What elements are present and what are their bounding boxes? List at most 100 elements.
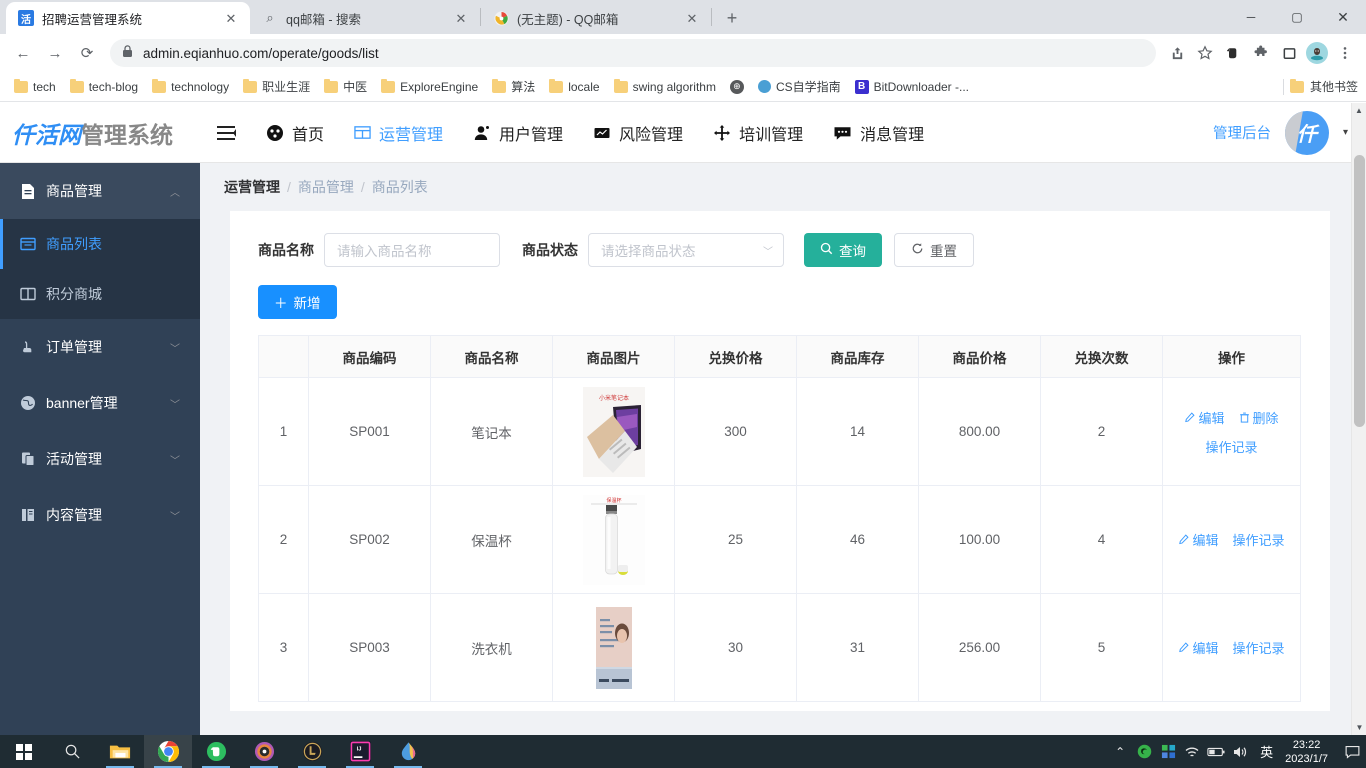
edit-link[interactable]: 编辑 — [1178, 530, 1219, 549]
operation-log-link[interactable]: 操作记录 — [1233, 638, 1285, 657]
taskbar-file-explorer[interactable] — [96, 735, 144, 768]
maximize-button[interactable]: ▢ — [1274, 0, 1320, 34]
sidebar-group-activity[interactable]: 活动管理 ﹀ — [0, 431, 200, 487]
bookmark-star-icon[interactable] — [1192, 40, 1218, 66]
bookmark-item[interactable]: 中医 — [318, 75, 373, 98]
chevron-up-icon[interactable]: ⌃ — [1108, 735, 1132, 768]
language-indicator[interactable]: 英 — [1252, 742, 1281, 761]
tab-close-icon[interactable]: ✕ — [452, 9, 470, 27]
cell-name: 洗衣机 — [430, 593, 553, 702]
apps-icon[interactable] — [1156, 735, 1180, 768]
admin-backend-link[interactable]: 管理后台 — [1213, 122, 1271, 143]
nav-item-training[interactable]: 培训管理 — [713, 121, 803, 145]
nav-item-home[interactable]: 首页 — [266, 121, 324, 145]
browser-tab-0[interactable]: 活 招聘运营管理系统 ✕ — [6, 2, 250, 34]
goods-status-select[interactable]: 请选择商品状态 ﹀ — [588, 233, 784, 267]
user-avatar[interactable]: 仟 — [1284, 110, 1329, 155]
minimize-button[interactable]: ─ — [1228, 0, 1274, 34]
bookmark-item[interactable]: tech — [8, 77, 62, 97]
bookmark-item[interactable]: CS自学指南 — [752, 75, 847, 98]
taskbar-purple-app[interactable] — [240, 735, 288, 768]
divider — [1282, 78, 1284, 95]
nav-item-message[interactable]: 消息管理 — [833, 121, 924, 145]
taskbar-chrome[interactable] — [144, 735, 192, 768]
sidebar-group-label: 内容管理 — [46, 507, 102, 523]
nav-label: 培训管理 — [739, 126, 804, 144]
scroll-up-icon[interactable]: ▲ — [1352, 103, 1366, 118]
nav-item-user[interactable]: 用户管理 — [473, 121, 563, 145]
sidebar-item-points-mall[interactable]: 积分商城 — [0, 269, 200, 319]
scroll-down-icon[interactable]: ▼ — [1352, 720, 1366, 735]
sidepanel-icon[interactable] — [1276, 40, 1302, 66]
toolbar-right — [1164, 40, 1358, 66]
app-logo[interactable]: 仟活网 管理系统 — [0, 103, 200, 163]
bookmark-item[interactable]: B BitDownloader -... — [849, 77, 975, 97]
notification-icon[interactable] — [1338, 735, 1366, 768]
start-button[interactable] — [0, 735, 48, 768]
taskbar-intellij[interactable]: IJ — [336, 735, 384, 768]
list-icon — [20, 237, 46, 251]
chrome-menu-icon[interactable] — [1332, 40, 1358, 66]
reset-button[interactable]: 重置 — [894, 233, 974, 267]
browser-tab-2[interactable]: (无主题) - QQ邮箱 ✕ — [481, 2, 711, 34]
taskbar-evernote[interactable] — [192, 735, 240, 768]
bookmark-item[interactable]: tech-blog — [64, 77, 144, 97]
new-tab-button[interactable]: + — [718, 4, 746, 32]
bookmark-item[interactable]: ExploreEngine — [375, 77, 484, 97]
edit-link[interactable]: 编辑 — [1178, 638, 1219, 657]
search-button[interactable]: 查询 — [804, 233, 882, 267]
tab-close-icon[interactable]: ✕ — [222, 9, 240, 27]
nvidia-icon[interactable] — [1132, 735, 1156, 768]
share-icon[interactable] — [1164, 40, 1190, 66]
sidebar-group-banner[interactable]: banner管理 ﹀ — [0, 375, 200, 431]
bookmark-label: swing algorithm — [632, 79, 716, 94]
operation-log-link[interactable]: 操作记录 — [1205, 437, 1257, 456]
profile-avatar[interactable] — [1304, 40, 1330, 66]
bookmark-item[interactable]: locale — [543, 77, 605, 97]
operation-log-link[interactable]: 操作记录 — [1233, 530, 1285, 549]
bookmark-item[interactable]: technology — [146, 77, 235, 97]
wifi-icon[interactable] — [1180, 735, 1204, 768]
main-content: 运营管理 / 商品管理 / 商品列表 商品名称 请输入商品名称 商品状态 请选择… — [200, 163, 1366, 735]
puzzle-icon[interactable] — [1248, 40, 1274, 66]
page-scrollbar[interactable]: ▲ ▼ — [1351, 103, 1366, 735]
bookmark-item[interactable]: 职业生涯 — [237, 75, 316, 98]
browser-tab-1[interactable]: ⌕ qq邮箱 - 搜索 ✕ — [250, 2, 480, 34]
bookmark-item[interactable]: swing algorithm — [608, 77, 722, 97]
battery-icon[interactable] — [1204, 735, 1228, 768]
sidebar-group-orders[interactable]: 订单管理 ﹀ — [0, 319, 200, 375]
close-button[interactable]: ✕ — [1320, 0, 1366, 34]
delete-link[interactable]: 删除 — [1239, 408, 1279, 427]
hamburger-icon[interactable] — [216, 124, 238, 142]
sidebar-group-content[interactable]: 内容管理 ﹀ — [0, 487, 200, 543]
other-bookmarks[interactable]: 其他书签 — [1282, 78, 1358, 95]
taskbar-lol[interactable] — [288, 735, 336, 768]
clock[interactable]: 23:22 2023/1/7 — [1281, 738, 1338, 766]
scrollbar-thumb[interactable] — [1354, 155, 1365, 427]
edit-link[interactable]: 编辑 — [1184, 408, 1225, 427]
taskbar-paint-drop[interactable] — [384, 735, 432, 768]
bookmark-item[interactable]: ⊕ — [724, 77, 750, 97]
bookmark-label: CS自学指南 — [775, 80, 841, 94]
table-icon — [354, 124, 371, 141]
volume-icon[interactable] — [1228, 735, 1252, 768]
address-bar[interactable]: admin.eqianhuo.com/operate/goods/list — [110, 39, 1156, 67]
reload-icon[interactable]: ⟳ — [72, 38, 102, 68]
other-bookmarks-label: 其他书签 — [1309, 80, 1358, 94]
goods-name-input[interactable]: 请输入商品名称 — [324, 233, 500, 267]
sidebar-group-goods[interactable]: 商品管理 ︿ — [0, 163, 200, 219]
sidebar-item-goods-list[interactable]: 商品列表 — [0, 219, 200, 269]
globe-icon: ⊕ — [729, 79, 744, 94]
chevron-down-icon[interactable]: ▾ — [1343, 127, 1348, 138]
taskbar-search[interactable] — [48, 735, 96, 768]
forward-icon[interactable]: → — [40, 38, 70, 68]
nav-item-risk[interactable]: 风险管理 — [593, 121, 683, 145]
bookmark-item[interactable]: 算法 — [486, 75, 541, 98]
back-icon[interactable]: ← — [8, 38, 38, 68]
breadcrumb-item-2[interactable]: 商品管理 — [298, 177, 354, 197]
nav-item-operate[interactable]: 运营管理 — [354, 121, 443, 145]
cell-image: 小米笔记本 — [552, 377, 675, 486]
tab-close-icon[interactable]: ✕ — [683, 9, 701, 27]
add-goods-button[interactable]: ＋ 新增 — [258, 285, 337, 319]
evernote-icon[interactable] — [1220, 40, 1246, 66]
